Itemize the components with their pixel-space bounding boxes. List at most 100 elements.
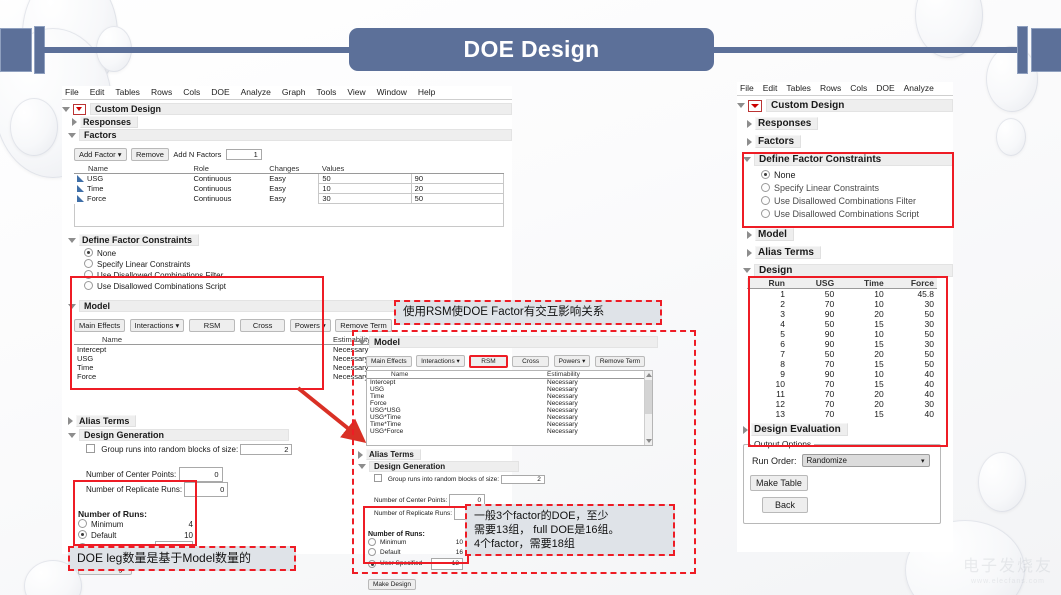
factor-high-value[interactable]: 20: [410, 183, 505, 194]
radio-icon[interactable]: [84, 281, 93, 290]
runs-option-default[interactable]: Default 10: [78, 530, 193, 541]
menu-rows[interactable]: Rows: [820, 83, 841, 93]
left-constraints-header[interactable]: Define Factor Constraints: [68, 234, 512, 246]
table-row[interactable]: 10 70 15 40: [747, 379, 937, 389]
menu-help[interactable]: Help: [418, 87, 435, 97]
radio-icon[interactable]: [84, 259, 93, 268]
scroll-up-icon[interactable]: [646, 373, 652, 377]
table-row[interactable]: 6 90 15 30: [747, 339, 937, 349]
constraint-option-filter[interactable]: Use Disallowed Combinations Filter: [761, 195, 953, 208]
left-menubar[interactable]: File Edit Tables Rows Cols DOE Analyze G…: [62, 86, 512, 100]
runs-option-minimum[interactable]: Minimum 10: [368, 538, 463, 548]
table-row[interactable]: Time Necessary: [367, 393, 652, 400]
interactions-button[interactable]: Interactions ▾: [416, 355, 465, 367]
disclosure-closed-icon[interactable]: [358, 450, 363, 459]
interactions-button[interactable]: Interactions ▾: [129, 319, 185, 332]
menu-edit[interactable]: Edit: [90, 87, 105, 97]
menu-doe[interactable]: DOE: [876, 83, 894, 93]
user-specified-runs-input[interactable]: 13: [431, 558, 463, 570]
right-design-evaluation-header[interactable]: Design Evaluation: [743, 423, 953, 436]
menu-graph[interactable]: Graph: [282, 87, 306, 97]
radio-icon[interactable]: [761, 170, 770, 179]
factor-high-value[interactable]: 50: [410, 193, 505, 204]
table-row[interactable]: USG*Force Necessary: [367, 428, 652, 435]
disclosure-closed-icon[interactable]: [747, 248, 752, 257]
radio-icon[interactable]: [84, 248, 93, 257]
constraint-option-script[interactable]: Use Disallowed Combinations Script: [761, 208, 953, 221]
radio-icon[interactable]: [761, 209, 770, 218]
radio-icon[interactable]: [78, 519, 87, 528]
mid-alias-terms-header[interactable]: Alias Terms: [358, 449, 658, 460]
table-row[interactable]: 12 70 20 30: [747, 399, 937, 409]
menu-edit[interactable]: Edit: [763, 83, 778, 93]
group-runs-checkbox[interactable]: [86, 444, 95, 453]
main-effects-button[interactable]: Main Effects: [366, 356, 412, 367]
menu-cols[interactable]: Cols: [850, 83, 867, 93]
factor-low-value[interactable]: 10: [318, 183, 412, 194]
disclosure-open-icon[interactable]: [62, 106, 70, 112]
radio-icon[interactable]: [78, 530, 87, 539]
right-alias-terms-header[interactable]: Alias Terms: [747, 246, 953, 259]
menu-file[interactable]: File: [740, 83, 754, 93]
constraint-option-linear[interactable]: Specify Linear Constraints: [84, 259, 512, 270]
disclosure-closed-icon[interactable]: [747, 119, 752, 128]
left-factors-header[interactable]: Factors: [68, 129, 512, 141]
table-row[interactable]: USG*Time Necessary: [367, 414, 652, 421]
table-row[interactable]: USG Necessary: [367, 386, 652, 393]
right-responses-header[interactable]: Responses: [747, 117, 953, 130]
back-button[interactable]: Back: [762, 497, 809, 513]
disclosure-closed-icon[interactable]: [68, 417, 73, 425]
powers-button[interactable]: Powers ▾: [553, 355, 591, 367]
runs-option-default[interactable]: Default 16: [368, 548, 463, 558]
menu-tables[interactable]: Tables: [786, 83, 811, 93]
model-list-scrollbar[interactable]: [644, 371, 652, 445]
group-runs-size-input[interactable]: 2: [500, 475, 545, 484]
rsm-button[interactable]: RSM: [469, 355, 508, 368]
radio-icon[interactable]: [368, 538, 376, 546]
remove-factor-button[interactable]: Remove: [131, 148, 169, 161]
table-row[interactable]: 3 90 20 50: [747, 309, 937, 319]
disclosure-open-icon[interactable]: [743, 157, 751, 162]
menu-file[interactable]: File: [65, 87, 79, 97]
replicate-runs-input[interactable]: 0: [184, 482, 229, 497]
red-triangle-icon[interactable]: [748, 99, 762, 112]
table-row[interactable]: Time Continuous Easy 10 20: [74, 183, 505, 194]
mid-design-generation-header[interactable]: Design Generation: [358, 461, 658, 472]
add-factor-button[interactable]: Add Factor ▾: [74, 148, 127, 161]
remove-term-button[interactable]: Remove Term: [335, 319, 392, 332]
cross-button[interactable]: Cross: [512, 356, 550, 367]
table-row[interactable]: 9 90 10 40: [747, 369, 937, 379]
red-triangle-icon[interactable]: [73, 103, 86, 115]
group-runs-checkbox[interactable]: [374, 474, 382, 482]
menu-analyze[interactable]: Analyze: [241, 87, 271, 97]
right-factors-header[interactable]: Factors: [747, 135, 953, 148]
right-custom-design-header[interactable]: Custom Design: [737, 99, 953, 112]
menu-rows[interactable]: Rows: [151, 87, 172, 97]
constraint-option-script[interactable]: Use Disallowed Combinations Script: [84, 281, 512, 292]
disclosure-open-icon[interactable]: [68, 237, 76, 243]
powers-button[interactable]: Powers ▾: [289, 319, 331, 332]
right-constraints-header[interactable]: Define Factor Constraints: [743, 153, 953, 166]
make-design-button[interactable]: Make Design: [368, 579, 416, 590]
right-design-header[interactable]: Design: [743, 264, 953, 277]
table-row[interactable]: 8 70 15 50: [747, 359, 937, 369]
runs-option-minimum[interactable]: Minimum 4: [78, 519, 193, 530]
menu-tools[interactable]: Tools: [317, 87, 337, 97]
table-row[interactable]: Intercept Necessary: [367, 379, 652, 386]
disclosure-open-icon[interactable]: [737, 103, 745, 108]
design-table[interactable]: Run USG Time Force 1 50 10 45.8 2 70 10 30 3 90…: [747, 278, 937, 419]
menu-view[interactable]: View: [347, 87, 365, 97]
table-row[interactable]: Time*Time Necessary: [367, 421, 652, 428]
disclosure-open-icon[interactable]: [743, 268, 751, 273]
disclosure-closed-icon[interactable]: [72, 118, 77, 126]
table-row[interactable]: 5 90 10 50: [747, 329, 937, 339]
disclosure-open-icon[interactable]: [358, 464, 366, 469]
mid-model-header[interactable]: Model: [358, 336, 658, 348]
table-row[interactable]: 7 50 20 50: [747, 349, 937, 359]
chevron-down-icon[interactable]: ▾: [921, 457, 925, 465]
table-row[interactable]: 4 50 15 30: [747, 319, 937, 329]
table-row[interactable]: Force Continuous Easy 30 50: [74, 193, 505, 204]
table-row[interactable]: Force Necessary: [367, 400, 652, 407]
radio-icon[interactable]: [761, 183, 770, 192]
left-custom-design-header[interactable]: Custom Design: [62, 103, 512, 115]
